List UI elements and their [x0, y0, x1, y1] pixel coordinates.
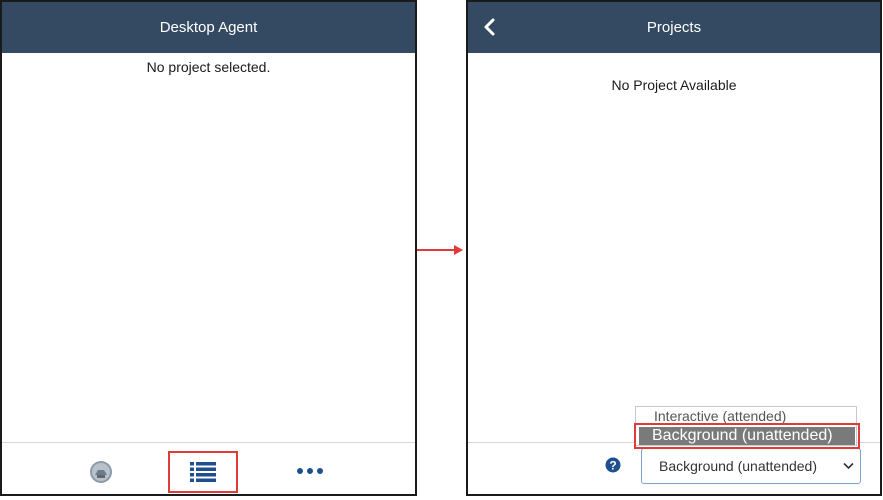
- screenshot-canvas: Desktop Agent No project selected. Proje…: [0, 0, 883, 500]
- projects-header: Projects: [468, 2, 880, 53]
- header-title: Projects: [646, 19, 702, 36]
- desktop-agent-panel: Desktop Agent No project selected.: [0, 0, 417, 496]
- header-title: Desktop Agent: [159, 19, 258, 36]
- execution-mode-select[interactable]: Background (unattended): [641, 448, 861, 484]
- chevron-left-icon[interactable]: [482, 18, 498, 36]
- footer-divider: [2, 442, 415, 443]
- help-icon[interactable]: ?: [605, 457, 621, 473]
- no-project-message: No project selected.: [146, 59, 271, 75]
- projects-panel: Projects No Project Available ? Backgrou…: [466, 0, 882, 496]
- chevron-down-icon: [843, 462, 854, 470]
- list-icon: [190, 462, 216, 482]
- more-icon[interactable]: [296, 464, 324, 476]
- selected-option-highlight: Background (unattended): [634, 423, 860, 449]
- projects-list-button[interactable]: [168, 451, 238, 493]
- option-background[interactable]: Background (unattended): [639, 427, 855, 445]
- no-project-available-message: No Project Available: [611, 77, 737, 93]
- execution-mode-value: Background (unattended): [659, 458, 817, 474]
- desktop-agent-header: Desktop Agent: [2, 2, 415, 53]
- agent-avatar-icon[interactable]: [89, 460, 113, 484]
- svg-text:?: ?: [609, 458, 616, 472]
- transition-arrow-icon: [417, 245, 463, 255]
